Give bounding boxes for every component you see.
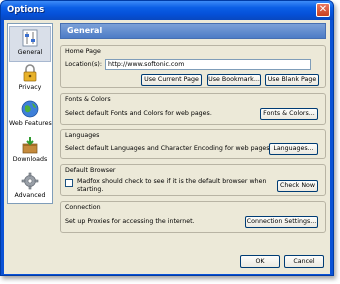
default-browser-checkbox[interactable] (65, 179, 73, 187)
pane-header: General (60, 23, 326, 39)
use-bookmark-button[interactable]: Use Bookmark... (207, 74, 261, 86)
lock-icon (23, 64, 37, 82)
connection-settings-button[interactable]: Connection Settings... (245, 216, 318, 228)
location-input[interactable]: http://www.softonic.com (105, 59, 311, 70)
group-title: Fonts & Colors (65, 96, 111, 103)
general-sliders-icon (22, 29, 38, 47)
connection-group: Connection Set up Proxies for accessing … (60, 201, 326, 233)
sidebar-item-web-features[interactable]: Web Features (9, 98, 52, 134)
downloads-box-icon (22, 137, 38, 154)
window-title: Options (7, 5, 45, 15)
check-now-button[interactable]: Check Now (277, 180, 318, 192)
connection-description: Set up Proxies for accessing the interne… (65, 218, 195, 225)
languages-description: Select default Languages and Character E… (65, 145, 272, 152)
languages-button[interactable]: Languages... (269, 143, 318, 155)
group-title: Connection (65, 204, 101, 211)
default-browser-group: Default Browser Madfox should check to s… (60, 164, 326, 196)
default-browser-description-line2: starting. (77, 186, 104, 193)
use-current-page-button[interactable]: Use Current Page (141, 74, 202, 86)
default-browser-description: Madfox should check to see if it is the … (77, 178, 267, 185)
sidebar-item-label: General (17, 49, 43, 56)
category-sidebar: General Privacy Web Features Downloads A… (7, 23, 53, 204)
group-title: Default Browser (65, 167, 116, 174)
close-button[interactable]: ✕ (316, 3, 330, 17)
sidebar-item-general[interactable]: General (9, 26, 51, 62)
use-blank-page-button[interactable]: Use Blank Page (265, 74, 319, 86)
page-title: General (67, 26, 103, 35)
options-window: Options ✕ General Privacy Web Features D… (0, 0, 334, 276)
home-page-group: Home Page Location(s): http://www.softon… (60, 45, 326, 88)
fonts-colors-button[interactable]: Fonts & Colors... (260, 108, 318, 120)
title-bar[interactable]: Options ✕ (1, 1, 333, 20)
sidebar-item-privacy[interactable]: Privacy (9, 62, 51, 98)
gear-icon (21, 172, 39, 190)
sidebar-item-label: Downloads (12, 156, 48, 163)
sidebar-item-label: Advanced (14, 192, 46, 199)
sidebar-item-downloads[interactable]: Downloads (9, 134, 51, 170)
dialog-client: General Privacy Web Features Downloads A… (4, 20, 330, 274)
group-title: Home Page (65, 48, 101, 55)
ok-button[interactable]: OK (240, 255, 280, 268)
fonts-description: Select default Fonts and Colors for web … (65, 110, 212, 117)
close-icon: ✕ (318, 4, 328, 15)
cancel-button[interactable]: Cancel (284, 255, 324, 268)
sidebar-item-label: Privacy (18, 84, 42, 91)
sidebar-item-label: Web Features (9, 120, 52, 127)
group-title: Languages (65, 132, 100, 139)
location-label: Location(s): (65, 61, 102, 68)
languages-group: Languages Select default Languages and C… (60, 129, 326, 159)
globe-icon (21, 100, 39, 118)
sidebar-item-advanced[interactable]: Advanced (9, 170, 51, 206)
fonts-colors-group: Fonts & Colors Select default Fonts and … (60, 93, 326, 125)
